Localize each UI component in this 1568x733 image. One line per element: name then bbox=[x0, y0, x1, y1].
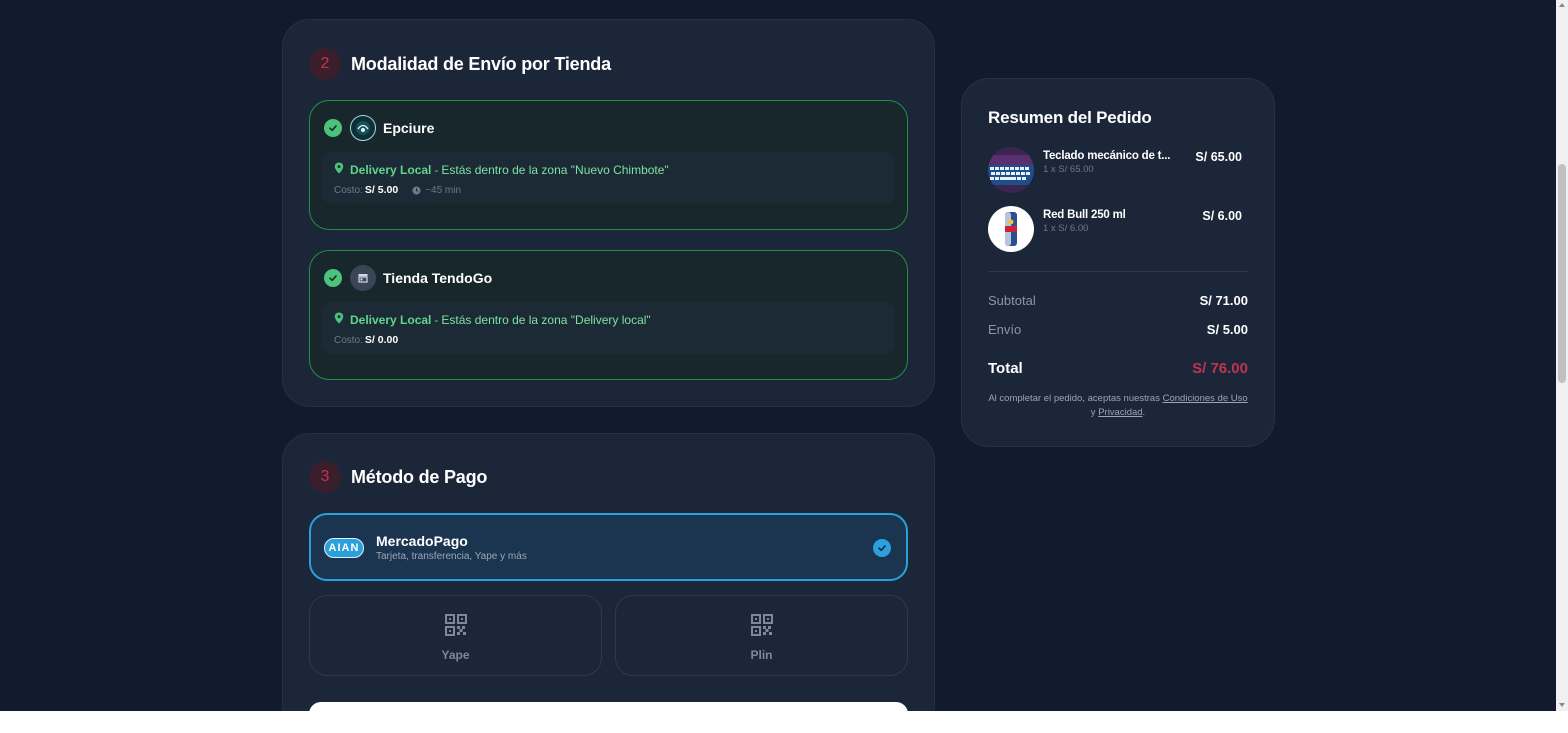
item-quantity: 1 x S/ 65.00 bbox=[1043, 164, 1094, 175]
legal-notice: Al completar el pedido, aceptas nuestras… bbox=[988, 392, 1248, 420]
cost-value: S/ 0.00 bbox=[364, 334, 399, 346]
store-shipping-option[interactable]: Tienda TendoGo Delivery Local - Estás de… bbox=[309, 250, 908, 380]
total-label: Total bbox=[988, 360, 1023, 377]
payment-method-description: Tarjeta, transferencia, Yape y más bbox=[376, 551, 527, 562]
payment-section-header: 3 Método de Pago bbox=[309, 461, 487, 493]
item-price: S/ 65.00 bbox=[1195, 150, 1242, 164]
mercadopago-option[interactable]: AIAN MercadoPago Tarjeta, transferencia,… bbox=[309, 513, 908, 581]
cost-label: Costo: bbox=[334, 184, 363, 196]
step-badge: 3 bbox=[309, 461, 341, 493]
page-scrollbar[interactable] bbox=[1556, 0, 1568, 711]
summary-item: Red Bull 250 ml 1 x S/ 6.00 S/ 6.00 bbox=[988, 206, 1242, 254]
subtotal-value: S/ 71.00 bbox=[1199, 293, 1248, 308]
payment-method-name: MercadoPago bbox=[376, 533, 468, 549]
yape-option[interactable]: Yape bbox=[309, 595, 602, 676]
item-quantity: 1 x S/ 6.00 bbox=[1043, 223, 1089, 234]
store-name: Epciure bbox=[383, 120, 435, 136]
scroll-up-icon[interactable] bbox=[1559, 3, 1565, 7]
subtotal-label: Subtotal bbox=[988, 293, 1036, 308]
bottom-bar bbox=[0, 711, 1568, 733]
terms-link[interactable]: Condiciones de Uso bbox=[1163, 393, 1248, 404]
delivery-separator: - bbox=[434, 162, 439, 177]
delivery-type: Delivery Local bbox=[350, 162, 432, 177]
delivery-separator: - bbox=[434, 312, 439, 327]
checkout-page: 2 Modalidad de Envío por Tienda Epciure bbox=[0, 0, 1556, 711]
clock-icon bbox=[412, 186, 421, 195]
item-name: Teclado mecánico de t... bbox=[1043, 150, 1171, 162]
product-image bbox=[988, 147, 1034, 193]
delivery-zone-text: Estás dentro de la zona "Nuevo Chimbote" bbox=[441, 162, 669, 177]
summary-title: Resumen del Pedido bbox=[988, 108, 1152, 127]
check-circle-icon bbox=[873, 539, 891, 557]
shipping-label: Envío bbox=[988, 322, 1022, 337]
summary-divider bbox=[988, 271, 1248, 272]
section-title: Modalidad de Envío por Tienda bbox=[351, 53, 611, 74]
shipping-section: 2 Modalidad de Envío por Tienda Epciure bbox=[282, 19, 935, 407]
payment-section: 3 Método de Pago AIAN MercadoPago Tarjet… bbox=[282, 433, 935, 711]
delivery-eta: ~45 min bbox=[425, 184, 462, 196]
product-image bbox=[988, 206, 1034, 252]
location-pin-icon bbox=[334, 162, 344, 177]
step-badge: 2 bbox=[309, 48, 341, 80]
delivery-type: Delivery Local bbox=[350, 312, 432, 327]
store-name: Tienda TendoGo bbox=[383, 270, 493, 286]
legal-text: y bbox=[1090, 407, 1096, 418]
location-pin-icon bbox=[334, 312, 344, 327]
cost-label: Costo: bbox=[334, 334, 363, 346]
delivery-info: Delivery Local - Estás dentro de la zona… bbox=[322, 152, 895, 204]
plin-option[interactable]: Plin bbox=[615, 595, 908, 676]
total-row: Total S/ 76.00 bbox=[988, 360, 1248, 377]
store-icon bbox=[350, 265, 376, 291]
shipping-value: S/ 5.00 bbox=[1206, 322, 1248, 337]
payment-option-label: Yape bbox=[441, 648, 470, 662]
section-title: Método de Pago bbox=[351, 466, 488, 487]
shipping-section-header: 2 Modalidad de Envío por Tienda bbox=[309, 48, 611, 80]
delivery-zone-text: Estás dentro de la zona "Delivery local" bbox=[441, 312, 651, 327]
order-summary: Resumen del Pedido Teclado mecánico de t… bbox=[961, 78, 1275, 447]
summary-item: Teclado mecánico de t... 1 x S/ 65.00 S/… bbox=[988, 147, 1242, 195]
shipping-row: Envío S/ 5.00 bbox=[988, 322, 1248, 337]
check-circle-icon bbox=[324, 269, 342, 287]
scroll-down-icon[interactable] bbox=[1559, 703, 1565, 707]
item-name: Red Bull 250 ml bbox=[1043, 209, 1126, 221]
payment-option-label: Plin bbox=[750, 648, 773, 662]
privacy-link[interactable]: Privacidad bbox=[1098, 407, 1142, 418]
mercadopago-logo: AIAN bbox=[324, 538, 364, 558]
cost-value: S/ 5.00 bbox=[364, 184, 399, 196]
legal-text: . bbox=[1142, 407, 1146, 418]
subtotal-row: Subtotal S/ 71.00 bbox=[988, 293, 1248, 308]
qr-code-icon bbox=[444, 614, 467, 641]
total-value: S/ 76.00 bbox=[1192, 360, 1248, 377]
qr-code-icon bbox=[750, 614, 773, 641]
scrollbar-thumb[interactable] bbox=[1558, 164, 1566, 383]
legal-text: Al completar el pedido, aceptas nuestras bbox=[988, 393, 1160, 404]
store-logo-icon bbox=[350, 115, 376, 141]
delivery-info: Delivery Local - Estás dentro de la zona… bbox=[322, 302, 895, 354]
check-circle-icon bbox=[324, 119, 342, 137]
item-price: S/ 6.00 bbox=[1202, 209, 1242, 223]
store-shipping-option[interactable]: Epciure Delivery Local - Estás dentro de… bbox=[309, 100, 908, 230]
next-payment-panel bbox=[309, 702, 908, 711]
